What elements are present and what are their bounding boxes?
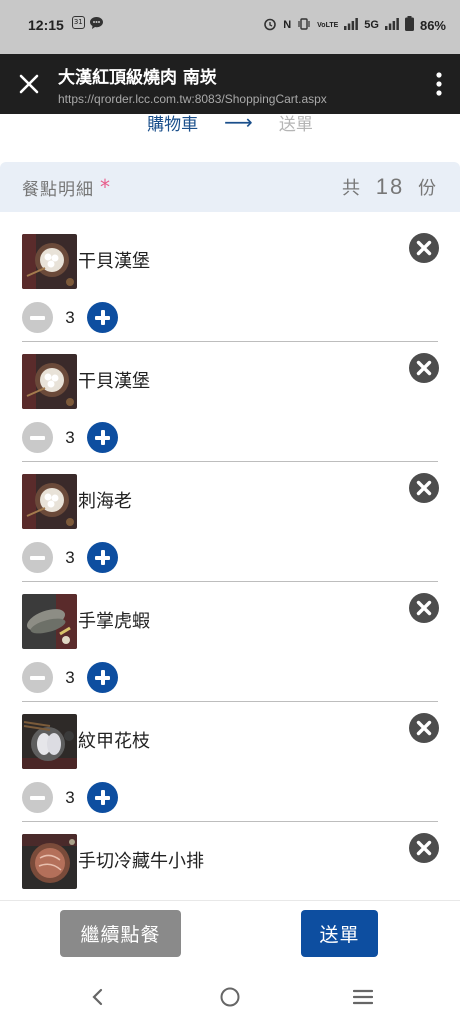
- item-photo: [22, 714, 77, 769]
- chat-bubble-icon: [89, 16, 104, 34]
- page-url: https://qrorder.lcc.com.tw:8083/Shopping…: [58, 91, 327, 106]
- item-photo: [22, 474, 77, 529]
- more-vertical-icon: [436, 72, 442, 96]
- cart-item: 刺海老 3: [22, 462, 440, 582]
- remove-item-button[interactable]: [408, 352, 440, 384]
- status-time: 12:15: [28, 17, 64, 33]
- quantity-stepper: 3: [22, 782, 118, 813]
- continue-ordering-button[interactable]: 繼續點餐: [60, 910, 181, 957]
- item-name: 手掌虎蝦: [78, 611, 150, 632]
- page-content[interactable]: 購物車 ⟶ 送單 餐點明細 * 共 18 份 干貝漢堡 3 干貝漢堡 3 刺海老 3 手掌虎…: [0, 114, 460, 900]
- close-circle-icon: [409, 473, 439, 503]
- alarm-icon: [263, 17, 277, 34]
- recents-button[interactable]: [343, 982, 383, 1012]
- item-quantity: 3: [65, 667, 75, 687]
- quantity-stepper: 3: [22, 542, 118, 573]
- minus-icon: [30, 435, 45, 440]
- back-button[interactable]: [77, 982, 117, 1012]
- decrease-quantity-button[interactable]: [22, 542, 53, 573]
- minus-icon: [30, 555, 45, 560]
- item-quantity: 3: [65, 427, 75, 447]
- more-menu-button[interactable]: [418, 54, 460, 114]
- cart-item-list: 干貝漢堡 3 干貝漢堡 3 刺海老 3 手掌虎蝦 3 紋甲花枝 3 手切冷藏牛小排3: [0, 222, 460, 900]
- volte-icon: VoLTE: [317, 21, 339, 29]
- minus-icon: [30, 675, 45, 680]
- item-name: 刺海老: [78, 491, 132, 512]
- increase-quantity-button[interactable]: [87, 542, 118, 573]
- step-submit: 送單: [278, 114, 313, 135]
- increase-quantity-button[interactable]: [87, 662, 118, 693]
- home-circle-icon: [220, 987, 240, 1007]
- close-circle-icon: [409, 593, 439, 623]
- cart-item: 干貝漢堡 3: [22, 342, 440, 462]
- quantity-stepper: 3: [22, 302, 118, 333]
- order-summary-header: 餐點明細 * 共 18 份: [0, 162, 460, 212]
- recents-lines-icon: [353, 989, 373, 1005]
- vibrate-icon: [297, 17, 311, 33]
- item-name: 紋甲花枝: [78, 731, 150, 752]
- minus-icon: [30, 315, 45, 320]
- summary-label: 餐點明細: [22, 179, 94, 200]
- decrease-quantity-button[interactable]: [22, 302, 53, 333]
- network-type: 5G: [364, 19, 379, 31]
- decrease-quantity-button[interactable]: [22, 662, 53, 693]
- item-photo: [22, 234, 77, 289]
- signal-icon-2: [384, 17, 399, 33]
- item-photo: [22, 594, 77, 649]
- status-bar: 12:15 31 N VoLTE 5G 86%: [0, 0, 460, 54]
- order-steps: 購物車 ⟶ 送單: [0, 114, 460, 142]
- close-button[interactable]: [0, 54, 58, 114]
- remove-item-button[interactable]: [408, 712, 440, 744]
- signal-icon: [344, 17, 359, 33]
- total-count: 18: [375, 174, 405, 199]
- quantity-stepper: 3: [22, 662, 118, 693]
- cart-item: 手切冷藏牛小排3: [22, 822, 440, 900]
- back-chevron-icon: [92, 988, 103, 1006]
- increase-quantity-button[interactable]: [87, 422, 118, 453]
- required-mark: *: [100, 175, 110, 199]
- item-name: 手切冷藏牛小排: [78, 851, 204, 872]
- close-circle-icon: [409, 713, 439, 743]
- action-footer: 繼續點餐 送單: [0, 900, 460, 970]
- remove-item-button[interactable]: [408, 472, 440, 504]
- arrow-right-icon: ⟶: [224, 114, 253, 134]
- quantity-stepper: 3: [22, 422, 118, 453]
- home-button[interactable]: [210, 982, 250, 1012]
- system-nav-bar: [0, 970, 460, 1024]
- item-quantity: 3: [65, 547, 75, 567]
- decrease-quantity-button[interactable]: [22, 422, 53, 453]
- cart-item: 干貝漢堡 3: [22, 222, 440, 342]
- close-icon: [19, 74, 39, 94]
- cart-item: 紋甲花枝 3: [22, 702, 440, 822]
- browser-toolbar: 大漢紅頂級燒肉 南崁 https://qrorder.lcc.com.tw:80…: [0, 54, 460, 114]
- increase-quantity-button[interactable]: [87, 302, 118, 333]
- close-circle-icon: [409, 353, 439, 383]
- increase-quantity-button[interactable]: [87, 782, 118, 813]
- remove-item-button[interactable]: [408, 592, 440, 624]
- item-quantity: 3: [65, 787, 75, 807]
- battery-icon: [404, 16, 414, 34]
- total-quantity: 共 18 份: [342, 174, 438, 199]
- remove-item-button[interactable]: [408, 832, 440, 864]
- item-quantity: 3: [65, 307, 75, 327]
- battery-level: 86%: [419, 17, 446, 33]
- nfc-icon: N: [283, 19, 292, 31]
- submit-order-button[interactable]: 送單: [301, 910, 378, 957]
- cart-item: 手掌虎蝦 3: [22, 582, 440, 702]
- page-title: 大漢紅頂級燒肉 南崁: [58, 67, 217, 88]
- remove-item-button[interactable]: [408, 232, 440, 264]
- step-cart: 購物車: [147, 114, 199, 135]
- item-photo: [22, 354, 77, 409]
- item-name: 干貝漢堡: [78, 251, 150, 272]
- close-circle-icon: [409, 833, 439, 863]
- close-circle-icon: [409, 233, 439, 263]
- item-photo: [22, 834, 77, 889]
- calendar-icon: 31: [71, 16, 85, 29]
- minus-icon: [30, 795, 45, 800]
- item-name: 干貝漢堡: [78, 371, 150, 392]
- decrease-quantity-button[interactable]: [22, 782, 53, 813]
